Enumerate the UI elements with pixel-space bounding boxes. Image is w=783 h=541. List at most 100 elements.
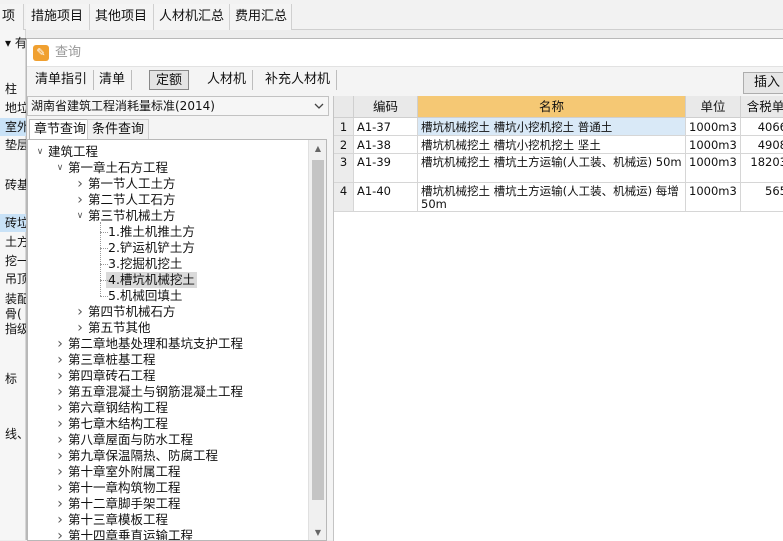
chevron-right-icon[interactable]: › — [54, 368, 66, 384]
chevron-right-icon[interactable]: › — [54, 416, 66, 432]
tree-node[interactable]: › 第七章木结构工程 — [54, 416, 170, 432]
tree-node[interactable]: ∨ 第三节机械土方 — [74, 208, 178, 224]
tab-measures[interactable]: 措施项目 — [26, 4, 90, 30]
tree-node[interactable]: › 第二节人工石方 — [74, 192, 178, 208]
dialog-titlebar[interactable]: ✎ 查询 — [27, 39, 783, 67]
chevron-right-icon[interactable]: › — [54, 528, 66, 540]
tab-condition-query[interactable]: 条件查询 — [87, 119, 150, 139]
tree-node[interactable]: › 第四章砖石工程 — [54, 368, 158, 384]
tab-bill[interactable]: 清单 — [93, 70, 133, 90]
bg-cell: 标 — [5, 372, 18, 386]
tree-node[interactable]: › 第三章桩基工程 — [54, 352, 158, 368]
tree-node[interactable]: › 第十二章脚手架工程 — [54, 496, 183, 512]
tree-node[interactable]: ∨ 建筑工程 — [34, 144, 100, 160]
chevron-right-icon[interactable]: › — [74, 304, 86, 320]
cell-name: 槽坑机械挖土 槽坑小挖机挖土 普通土 — [418, 118, 686, 136]
tab-partial[interactable]: 项 — [0, 4, 24, 30]
tree-node-label: 5.机械回填土 — [108, 288, 183, 303]
tab-quota[interactable]: 定额 — [149, 70, 190, 90]
tree-node[interactable]: › 第二章地基处理和基坑支护工程 — [54, 336, 245, 352]
tree-node[interactable]: › 第九章保温隔热、防腐工程 — [54, 448, 220, 464]
tree-node[interactable]: ∨ 第一章土石方工程 — [54, 160, 170, 176]
chevron-right-icon[interactable]: › — [54, 352, 66, 368]
header-name[interactable]: 名称 — [418, 96, 686, 118]
chevron-right-icon[interactable]: › — [54, 512, 66, 528]
insert-button[interactable]: 插入 — [743, 72, 783, 94]
cell-price: 18203 — [741, 154, 783, 183]
background-list: ▾ 有 柱 地垃 室外 垫层 砖基 砖垃 土方 挖一 吊顶 装配 骨( 指级 标… — [0, 30, 26, 540]
tree-guide-tick — [100, 296, 108, 297]
chevron-right-icon[interactable]: › — [54, 496, 66, 512]
header-price[interactable]: 含税单 — [741, 96, 783, 118]
bg-cell: 指级 — [5, 322, 26, 336]
cell-code: A1-39 — [354, 154, 418, 183]
chevron-right-icon[interactable]: › — [74, 176, 86, 192]
tab-bill-guide[interactable]: 清单指引 — [29, 70, 95, 90]
chevron-right-icon[interactable]: › — [74, 320, 86, 336]
bg-cell: 吊顶 — [5, 272, 26, 286]
chevron-right-icon[interactable]: › — [54, 432, 66, 448]
tab-chapter-query[interactable]: 章节查询 — [29, 119, 92, 139]
scroll-thumb[interactable] — [312, 160, 324, 500]
row-number: 3 — [334, 154, 354, 183]
tree-node[interactable]: 1.推土机推土方 — [94, 224, 197, 240]
dialog-title: 查询 — [55, 45, 82, 60]
header-code[interactable]: 编码 — [354, 96, 418, 118]
tab-other-items[interactable]: 其他项目 — [90, 4, 154, 30]
tree-node-label: 1.推土机推土方 — [108, 224, 195, 239]
chevron-right-icon[interactable]: › — [54, 336, 66, 352]
scroll-down-icon[interactable]: ▼ — [312, 527, 324, 539]
chevron-right-icon[interactable]: › — [54, 464, 66, 480]
cell-unit: 1000m3 — [686, 154, 741, 183]
tree-node-label: 第十三章模板工程 — [68, 512, 169, 527]
chevron-down-icon[interactable]: ∨ — [74, 208, 86, 224]
tree-guide-tick — [100, 280, 108, 281]
tree-node-label: 2.铲运机铲土方 — [108, 240, 195, 255]
bg-cell: 地垃 — [5, 101, 26, 115]
tree-node[interactable]: › 第一节人工土方 — [74, 176, 178, 192]
tab-supplementary-material[interactable]: 补充人材机 — [259, 70, 338, 90]
tree-node[interactable]: › 第十四章垂直运输工程 — [54, 528, 195, 541]
tree-guide-tick — [100, 264, 108, 265]
cell-price: 4908 — [741, 136, 783, 154]
scroll-up-icon[interactable]: ▲ — [312, 143, 324, 155]
tree-node-label: 第八章屋面与防水工程 — [68, 432, 194, 447]
tree-node-selected[interactable]: 4.槽坑机械挖土 — [94, 272, 197, 288]
tree-node[interactable]: › 第十一章构筑物工程 — [54, 480, 183, 496]
cell-code: A1-38 — [354, 136, 418, 154]
tree-guide-line — [100, 222, 101, 296]
tree-node[interactable]: › 第五章混凝土与钢筋混凝土工程 — [54, 384, 245, 400]
tree-node-label: 第十四章垂直运输工程 — [68, 528, 194, 541]
tree-node-label: 第七章木结构工程 — [68, 416, 169, 431]
tree-node[interactable]: 2.铲运机铲土方 — [94, 240, 197, 256]
chevron-right-icon[interactable]: › — [74, 192, 86, 208]
chevron-right-icon[interactable]: › — [54, 448, 66, 464]
tree-node[interactable]: › 第四节机械石方 — [74, 304, 178, 320]
tab-cost-summary[interactable]: 费用汇总 — [230, 4, 292, 30]
header-unit[interactable]: 单位 — [686, 96, 741, 118]
tree-node[interactable]: › 第八章屋面与防水工程 — [54, 432, 195, 448]
chevron-right-icon[interactable]: › — [54, 384, 66, 400]
tree-node[interactable]: › 第六章钢结构工程 — [54, 400, 170, 416]
chevron-right-icon[interactable]: › — [54, 400, 66, 416]
chevron-down-icon[interactable]: ∨ — [34, 144, 46, 160]
tree-node-label: 第五章混凝土与钢筋混凝土工程 — [68, 384, 244, 399]
tree-node-label: 第四节机械石方 — [88, 304, 176, 319]
dialog-toolbar: 清单指引 清单 定额 人材机 补充人材机 — [27, 68, 783, 92]
row-number: 2 — [334, 136, 354, 154]
bg-cell: 土方 — [5, 235, 26, 249]
tab-labor-material[interactable]: 人材机 — [201, 70, 254, 90]
chapter-tree: ∨ 建筑工程 ∨ 第一章土石方工程 › 第一节人工土方 › 第二节人工石方 ∨ 第三节机械土方 1.… — [27, 139, 327, 541]
tree-node[interactable]: › 第十章室外附属工程 — [54, 464, 183, 480]
tab-labor-material-summary[interactable]: 人材机汇总 — [154, 4, 230, 30]
chevron-down-icon[interactable]: ∨ — [54, 160, 66, 176]
tree-scrollbar[interactable]: ▲ ▼ — [308, 140, 326, 540]
tree-node-label: 第六章钢结构工程 — [68, 400, 169, 415]
chevron-right-icon[interactable]: › — [54, 480, 66, 496]
standard-select[interactable]: 湖南省建筑工程消耗量标准(2014) — [27, 96, 329, 116]
bg-cell: 砖垃 — [0, 214, 26, 232]
tree-node[interactable]: › 第十三章模板工程 — [54, 512, 170, 528]
tree-node-label: 3.挖掘机挖土 — [108, 256, 183, 271]
bg-cell: 垫层 — [5, 138, 26, 152]
tree-node[interactable]: › 第五节其他 — [74, 320, 153, 336]
